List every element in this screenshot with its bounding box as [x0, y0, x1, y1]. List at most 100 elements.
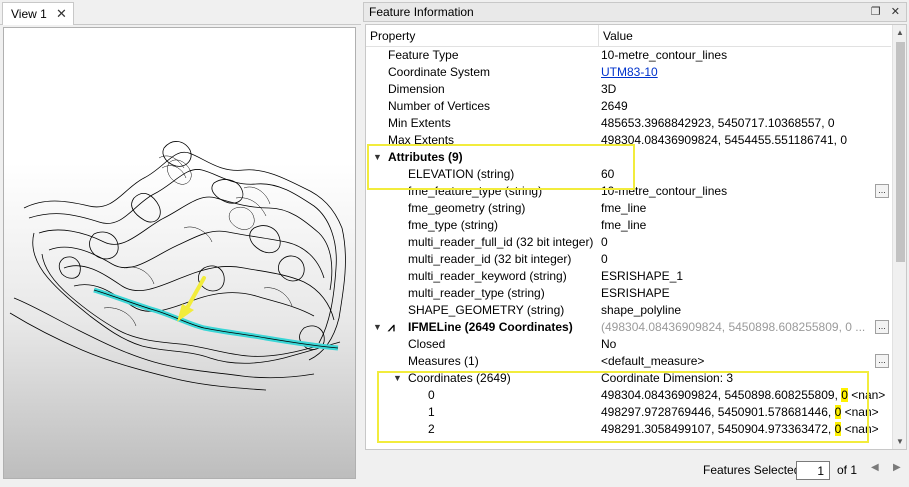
table-row[interactable]: 2 498291.3058499107, 5450904.973363472, …	[366, 421, 891, 438]
table-row[interactable]: fme_feature_type (string) 10-metre_conto…	[366, 183, 891, 200]
value-cell: (498304.08436909824, 5450898.608255809, …	[601, 320, 866, 334]
property-cell: Measures (1)	[408, 354, 479, 368]
table-row[interactable]: multi_reader_type (string) ESRISHAPE	[366, 285, 891, 302]
line-geometry-icon: ⩘	[388, 320, 395, 334]
chevron-down-icon[interactable]: ▼	[373, 149, 382, 166]
property-cell: multi_reader_full_id (32 bit integer)	[408, 235, 594, 249]
property-cell: Feature Type	[388, 48, 459, 62]
next-page-icon[interactable]: ▶	[893, 462, 901, 473]
property-cell: SHAPE_GEOMETRY (string)	[408, 303, 565, 317]
table-row[interactable]: ELEVATION (string) 60	[366, 166, 891, 183]
restore-window-icon[interactable]: ❐	[871, 5, 881, 18]
value-cell: 10-metre_contour_lines	[601, 184, 728, 198]
value-cell: No	[601, 337, 617, 351]
table-row[interactable]: SHAPE_GEOMETRY (string) shape_polyline	[366, 302, 891, 319]
table-row[interactable]: Min Extents 485653.3968842923, 5450717.1…	[366, 115, 891, 132]
value-cell: 0	[601, 252, 608, 266]
feature-information-pane: Feature Information ❐ ✕ Property Value F…	[363, 0, 909, 487]
status-footer: Features Selected: of 1 ◀ ▶	[363, 455, 909, 485]
panel-header: Feature Information ❐ ✕	[363, 2, 907, 22]
z-value: 0	[841, 388, 848, 402]
coordinate-system-link[interactable]: UTM83-10	[601, 64, 658, 81]
scroll-down-icon[interactable]: ▼	[896, 437, 904, 446]
property-cell: Coordinate System	[388, 65, 491, 79]
ellipsis-button[interactable]: ...	[875, 354, 889, 368]
table-row[interactable]: multi_reader_id (32 bit integer) 0	[366, 251, 891, 268]
value-cell: <default_measure>	[601, 354, 705, 368]
z-value: 0	[834, 405, 842, 419]
value-cell: fme_line	[601, 201, 647, 215]
z-value: 0	[834, 422, 842, 436]
property-cell: 0	[428, 388, 435, 402]
map-canvas[interactable]	[3, 27, 356, 479]
property-cell: multi_reader_type (string)	[408, 286, 545, 300]
feature-info-table: Property Value Feature Type 10-metre_con…	[365, 24, 907, 450]
value-cell: shape_polyline	[601, 303, 682, 317]
scrollbar-thumb[interactable]	[896, 42, 905, 262]
property-cell: Max Extents	[388, 133, 455, 147]
table-row-geometry-group[interactable]: ▼ ⩘ IFMELine (2649 Coordinates) (498304.…	[366, 319, 891, 336]
previous-page-icon[interactable]: ◀	[871, 462, 879, 473]
table-row[interactable]: Feature Type 10-metre_contour_lines	[366, 47, 891, 64]
contour-map	[9, 141, 346, 391]
table-row[interactable]: multi_reader_keyword (string) ESRISHAPE_…	[366, 268, 891, 285]
property-cell: Attributes (9)	[388, 150, 463, 164]
pointer-arrow-icon	[177, 276, 206, 322]
value-cell: 60	[601, 167, 615, 181]
value-cell: 2649	[601, 99, 628, 113]
value-cell: 485653.3968842923, 5450717.10368557, 0	[601, 116, 835, 130]
property-cell: multi_reader_keyword (string)	[408, 269, 567, 283]
property-cell: IFMELine (2649 Coordinates)	[408, 320, 573, 334]
table-row[interactable]: Closed No	[366, 336, 891, 353]
column-header-value[interactable]: Value	[603, 29, 633, 43]
contour-lines	[9, 141, 346, 391]
table-row[interactable]: Dimension 3D	[366, 81, 891, 98]
value-cell: ESRISHAPE_1	[601, 269, 684, 283]
property-cell: Dimension	[388, 82, 445, 96]
property-cell: multi_reader_id (32 bit integer)	[408, 252, 572, 266]
chevron-down-icon[interactable]: ▼	[393, 370, 402, 387]
scroll-up-icon[interactable]: ▲	[896, 28, 904, 37]
map-view-pane: View 1 ✕	[0, 0, 361, 487]
value-cell: 498304.08436909824, 5454455.551186741, 0	[601, 133, 848, 147]
value-cell: Coordinate Dimension: 3	[601, 371, 734, 385]
table-row[interactable]: Measures (1) <default_measure> ...	[366, 353, 891, 370]
table-row[interactable]: Number of Vertices 2649	[366, 98, 891, 115]
value-cell: 498291.3058499107, 5450904.973363472, 0 …	[601, 422, 879, 436]
page-number-input[interactable]	[796, 461, 830, 480]
property-cell: 2	[428, 422, 435, 436]
value-cell: 10-metre_contour_lines	[601, 48, 728, 62]
value-cell: 498297.9728769446, 5450901.578681446, 0 …	[601, 405, 879, 419]
table-row-attributes-group[interactable]: ▼ Attributes (9)	[366, 149, 891, 166]
column-header-property[interactable]: Property	[370, 29, 415, 43]
value-cell: fme_line	[601, 218, 647, 232]
table-row[interactable]: fme_geometry (string) fme_line	[366, 200, 891, 217]
property-cell: Min Extents	[388, 116, 451, 130]
table-row[interactable]: 0 498304.08436909824, 5450898.608255809,…	[366, 387, 891, 404]
chevron-down-icon[interactable]: ▼	[373, 319, 382, 336]
property-cell: fme_feature_type (string)	[408, 184, 543, 198]
selected-contour-line[interactable]	[93, 287, 339, 351]
close-icon[interactable]: ✕	[891, 5, 900, 18]
value-cell: ESRISHAPE	[601, 286, 670, 300]
tab-view-1[interactable]: View 1 ✕	[2, 2, 74, 25]
value-cell: 3D	[601, 82, 617, 96]
property-cell: ELEVATION (string)	[408, 167, 515, 181]
table-row[interactable]: fme_type (string) fme_line	[366, 217, 891, 234]
table-row[interactable]: multi_reader_full_id (32 bit integer) 0	[366, 234, 891, 251]
page-count-label: of 1	[837, 463, 858, 477]
table-header: Property Value	[366, 25, 891, 47]
panel-title: Feature Information	[369, 5, 474, 19]
property-cell: fme_type (string)	[408, 218, 499, 232]
property-cell: 1	[428, 405, 435, 419]
ellipsis-button[interactable]: ...	[875, 184, 889, 198]
table-row[interactable]: Coordinate System UTM83-10	[366, 64, 891, 81]
property-cell: Number of Vertices	[388, 99, 491, 113]
property-cell: fme_geometry (string)	[408, 201, 526, 215]
table-row[interactable]: 1 498297.9728769446, 5450901.578681446, …	[366, 404, 891, 421]
close-icon[interactable]: ✕	[56, 6, 67, 22]
vertical-scrollbar[interactable]: ▲ ▼	[892, 25, 906, 449]
ellipsis-button[interactable]: ...	[875, 320, 889, 334]
table-row[interactable]: Max Extents 498304.08436909824, 5454455.…	[366, 132, 891, 149]
table-row-coordinates-group[interactable]: ▼ Coordinates (2649) Coordinate Dimensio…	[366, 370, 891, 387]
